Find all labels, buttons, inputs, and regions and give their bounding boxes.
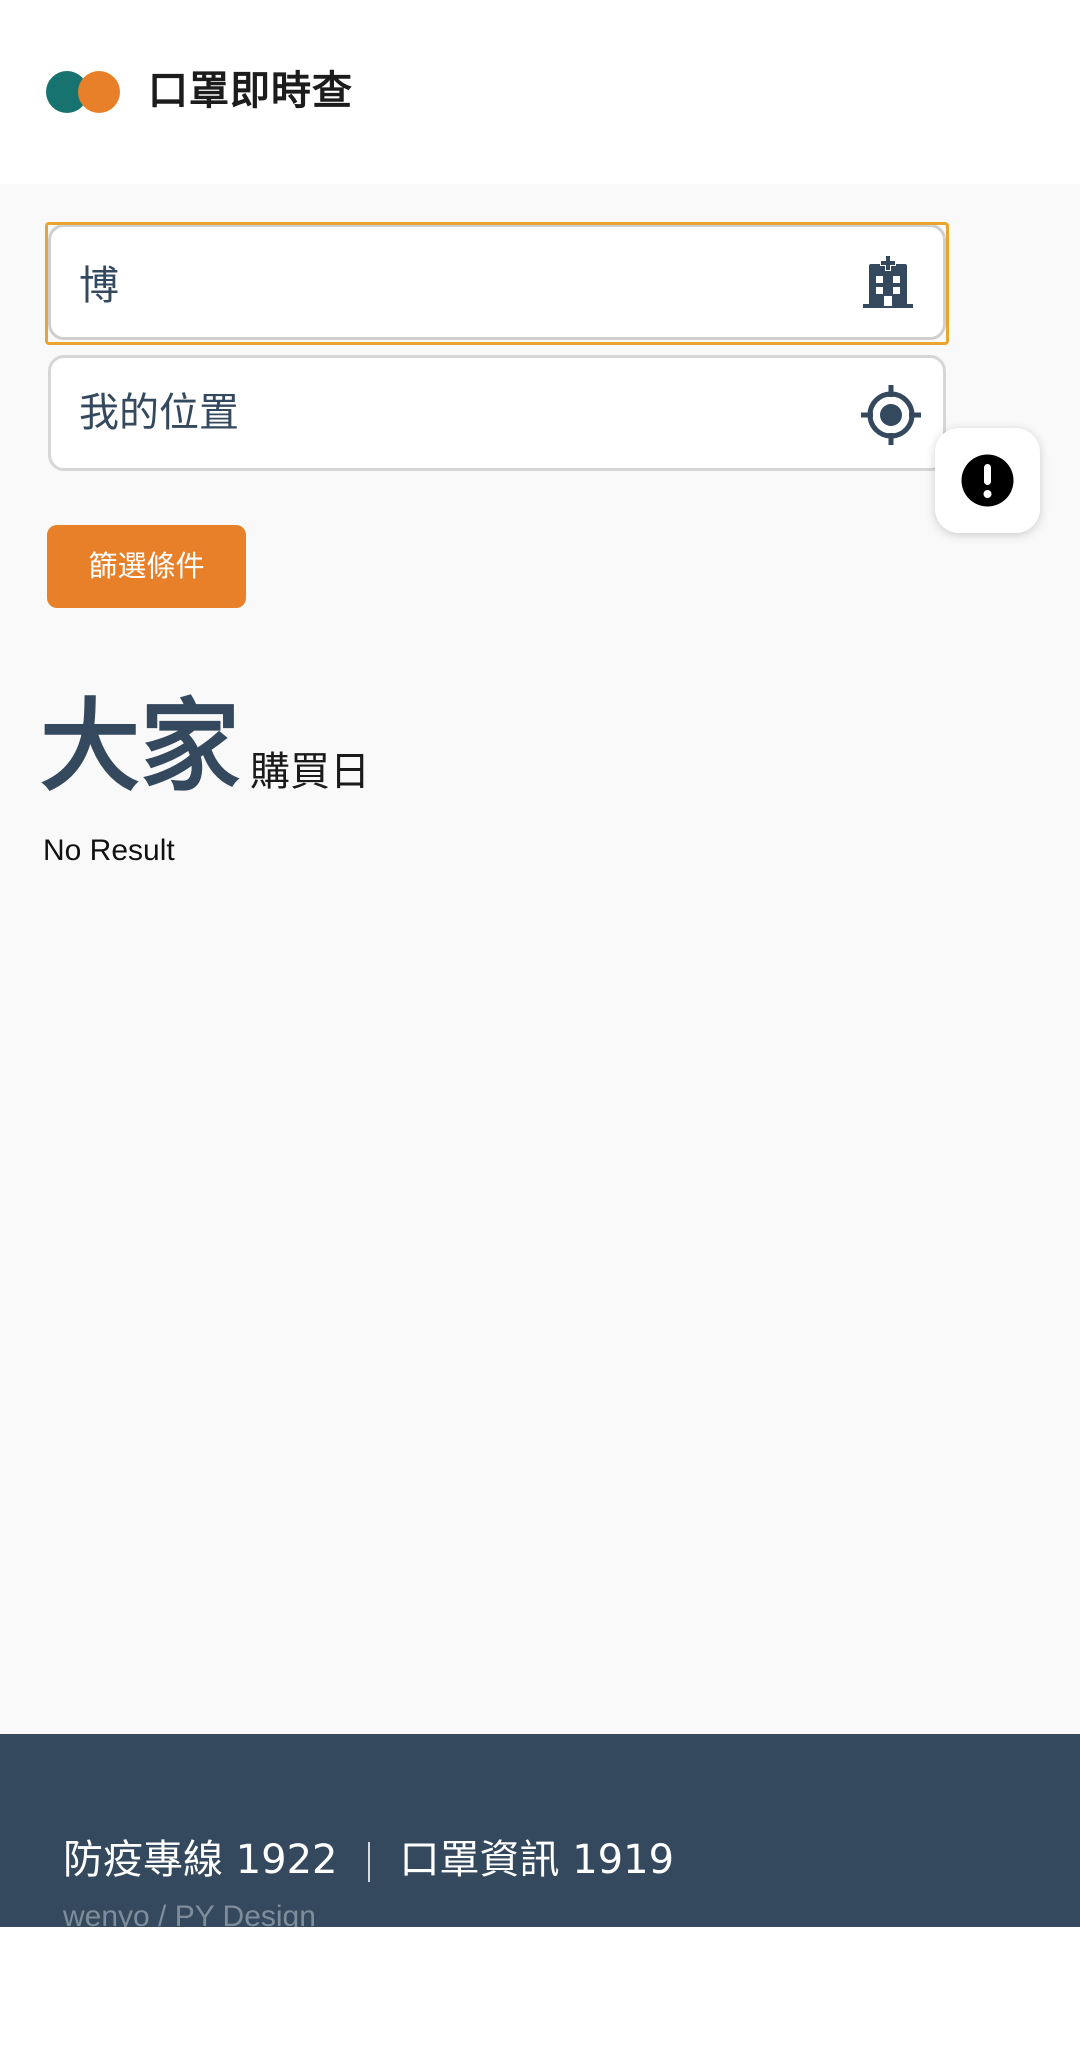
footer-credit: wenyo / PY Design — [63, 1900, 316, 1927]
hotline-row: 防疫專線 1922 口罩資訊 1919 — [63, 1832, 674, 1888]
app-logo — [46, 71, 120, 113]
mask-info-hotline-link[interactable]: 口罩資訊 1919 — [400, 1837, 675, 1883]
no-result-text: No Result — [43, 834, 175, 867]
purchase-day-suffix: 購買日 — [250, 749, 370, 795]
exclamation-circle-icon — [961, 454, 1014, 507]
app-root: 口罩即時查 博 我的位置 篩選條件 大家 購買日 No Result 防疫專線 … — [0, 0, 1080, 2069]
crosshair-location-icon[interactable] — [861, 385, 921, 445]
bottom-blank-area — [0, 1927, 1080, 2069]
location-field[interactable] — [48, 355, 946, 471]
filter-conditions-button[interactable]: 篩選條件 — [47, 525, 246, 608]
footer: 防疫專線 1922 口罩資訊 1919 wenyo / PY Design — [0, 1734, 1080, 1927]
hotline-divider — [367, 1842, 370, 1882]
top-header: 口罩即時查 — [0, 0, 1080, 184]
keyword-search-input[interactable] — [79, 227, 839, 337]
purchase-day-heading: 大家 — [40, 688, 240, 805]
epidemic-hotline-link[interactable]: 防疫專線 1922 — [63, 1837, 338, 1883]
report-floating-button[interactable] — [935, 428, 1040, 533]
logo-orange-circle — [78, 71, 120, 113]
hospital-building-icon[interactable] — [861, 254, 917, 310]
location-input[interactable] — [79, 358, 839, 468]
keyword-search-field[interactable] — [48, 224, 946, 340]
app-title: 口罩即時查 — [148, 68, 353, 114]
